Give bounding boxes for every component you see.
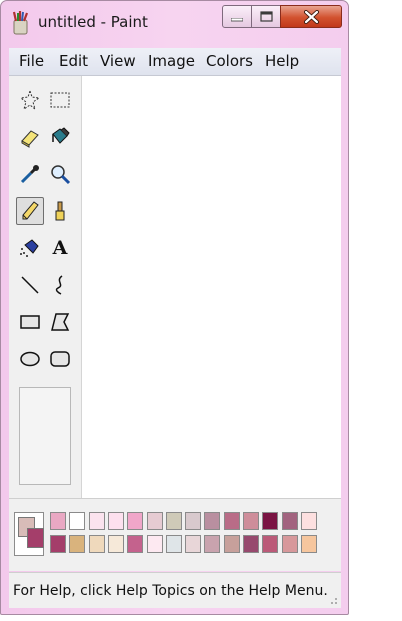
- palette-swatch[interactable]: [50, 535, 66, 553]
- palette-swatch[interactable]: [300, 512, 317, 530]
- color-palette: [9, 498, 341, 571]
- rectangle-tool[interactable]: [16, 308, 44, 336]
- menu-edit[interactable]: Edit: [59, 52, 88, 70]
- rect-select-icon: [50, 92, 70, 108]
- menu-bar: File Edit View Image Colors Help: [9, 48, 341, 76]
- minimize-icon: [231, 18, 243, 22]
- rounded-rectangle-tool[interactable]: [46, 345, 74, 373]
- pencil-tool[interactable]: [16, 197, 44, 225]
- palette-swatch[interactable]: [146, 512, 163, 530]
- palette-swatch[interactable]: [50, 512, 66, 530]
- brush-icon: [55, 201, 65, 221]
- line-tool[interactable]: [16, 271, 44, 299]
- paint-app-icon: [12, 11, 29, 35]
- text-tool[interactable]: A: [46, 234, 74, 262]
- maximize-button[interactable]: [251, 5, 281, 28]
- palette-swatch[interactable]: [127, 512, 144, 530]
- airbrush-tool[interactable]: [16, 234, 44, 262]
- current-colors-box[interactable]: [14, 512, 44, 556]
- close-icon: [304, 10, 319, 24]
- palette-swatch[interactable]: [243, 535, 259, 553]
- magnifier-tool[interactable]: [46, 160, 74, 188]
- rounded-rectangle-icon: [50, 351, 70, 367]
- airbrush-icon: [20, 239, 39, 257]
- menu-colors[interactable]: Colors: [206, 52, 253, 70]
- color-picker-tool[interactable]: [16, 160, 44, 188]
- window-title: untitled - Paint: [38, 13, 148, 31]
- palette-swatch[interactable]: [281, 512, 298, 530]
- palette-swatch[interactable]: [107, 512, 124, 530]
- menu-help[interactable]: Help: [265, 52, 299, 70]
- palette-swatch[interactable]: [223, 512, 240, 530]
- menu-view[interactable]: View: [100, 52, 136, 70]
- free-form-select-icon: [19, 89, 41, 111]
- palette-swatch[interactable]: [262, 512, 279, 530]
- menu-image[interactable]: Image: [148, 52, 195, 70]
- eraser-icon: [21, 130, 39, 148]
- ellipse-tool[interactable]: [16, 345, 44, 373]
- palette-swatch[interactable]: [281, 535, 298, 553]
- fill-tool[interactable]: [46, 123, 74, 151]
- palette-swatch[interactable]: [165, 512, 182, 530]
- polygon-tool[interactable]: [46, 308, 74, 336]
- palette-swatch[interactable]: [127, 535, 144, 553]
- free-form-select-tool[interactable]: [16, 86, 44, 114]
- eraser-tool[interactable]: [16, 123, 44, 151]
- minimize-button[interactable]: [222, 5, 252, 28]
- palette-swatch[interactable]: [69, 512, 86, 530]
- palette-swatch[interactable]: [88, 512, 105, 530]
- palette-swatch[interactable]: [204, 512, 221, 530]
- palette-swatch[interactable]: [300, 535, 317, 553]
- pencil-icon: [22, 201, 39, 220]
- title-bar[interactable]: untitled - Paint: [1, 1, 348, 44]
- line-icon: [21, 276, 39, 294]
- status-text: For Help, click Help Topics on the Help …: [13, 583, 328, 599]
- paint-bucket-icon: [52, 127, 70, 144]
- palette-swatch[interactable]: [69, 535, 86, 553]
- background-color: [27, 528, 44, 548]
- text-icon: A: [52, 237, 68, 259]
- magnifier-icon: [51, 165, 71, 185]
- close-button[interactable]: [280, 5, 342, 28]
- drawing-canvas[interactable]: [82, 76, 341, 498]
- select-tool[interactable]: [46, 86, 74, 114]
- curve-icon: [55, 275, 63, 295]
- palette-swatch[interactable]: [146, 535, 163, 553]
- palette-swatch[interactable]: [243, 512, 259, 530]
- polygon-icon: [51, 313, 70, 331]
- maximize-icon: [260, 11, 273, 22]
- palette-swatch[interactable]: [107, 535, 124, 553]
- palette-swatch[interactable]: [185, 512, 202, 530]
- palette-swatch[interactable]: [262, 535, 279, 553]
- eyedropper-icon: [20, 165, 39, 184]
- palette-swatch[interactable]: [165, 535, 182, 553]
- paint-window: untitled - Paint File Edit View Image Co…: [0, 0, 349, 615]
- curve-tool[interactable]: [46, 271, 74, 299]
- palette-swatch[interactable]: [204, 535, 221, 553]
- brush-tool[interactable]: [46, 197, 74, 225]
- tool-options-box[interactable]: [19, 387, 71, 485]
- menu-file[interactable]: File: [19, 52, 44, 70]
- ellipse-icon: [20, 351, 40, 367]
- rectangle-icon: [20, 315, 40, 329]
- palette-swatch[interactable]: [223, 535, 240, 553]
- resize-grip-icon[interactable]: [328, 595, 338, 605]
- palette-swatch[interactable]: [88, 535, 105, 553]
- status-bar: For Help, click Help Topics on the Help …: [9, 572, 341, 608]
- palette-swatch[interactable]: [185, 535, 202, 553]
